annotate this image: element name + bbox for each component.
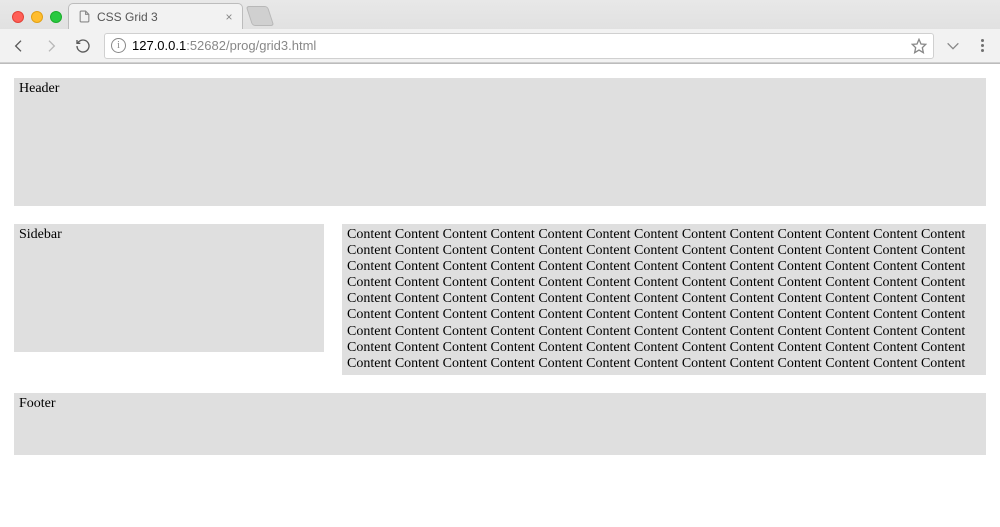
extension-icon[interactable] <box>944 37 962 55</box>
toolbar: i 127.0.0.1:52682/prog/grid3.html <box>0 29 1000 63</box>
page-viewport: Header Sidebar Content Content Content C… <box>0 64 1000 469</box>
close-window-button[interactable] <box>12 11 24 23</box>
site-info-icon[interactable]: i <box>111 38 126 53</box>
sidebar-label: Sidebar <box>19 227 62 242</box>
browser-tab[interactable]: CSS Grid 3 × <box>68 3 243 29</box>
tab-bar: CSS Grid 3 × <box>0 0 1000 29</box>
content-text: Content Content Content Content Content … <box>347 227 965 371</box>
file-icon <box>77 10 91 24</box>
new-tab-button[interactable] <box>246 6 274 26</box>
address-bar[interactable]: i 127.0.0.1:52682/prog/grid3.html <box>104 33 934 59</box>
maximize-window-button[interactable] <box>50 11 62 23</box>
header-label: Header <box>19 81 59 96</box>
tab-title: CSS Grid 3 <box>97 10 218 24</box>
minimize-window-button[interactable] <box>31 11 43 23</box>
forward-button[interactable] <box>40 35 62 57</box>
window-controls <box>8 11 68 29</box>
grid-header: Header <box>14 78 986 206</box>
kebab-menu-button[interactable] <box>972 39 992 52</box>
grid-content: Content Content Content Content Content … <box>342 224 986 375</box>
grid-footer: Footer <box>14 393 986 455</box>
bookmark-star-icon[interactable] <box>911 38 927 54</box>
back-button[interactable] <box>8 35 30 57</box>
browser-chrome: CSS Grid 3 × i 127.0.0.1:52682/prog/grid… <box>0 0 1000 64</box>
footer-label: Footer <box>19 396 56 411</box>
grid-sidebar: Sidebar <box>14 224 324 352</box>
url-text: 127.0.0.1:52682/prog/grid3.html <box>132 38 905 53</box>
reload-button[interactable] <box>72 35 94 57</box>
css-grid-demo: Header Sidebar Content Content Content C… <box>14 78 986 455</box>
close-tab-button[interactable]: × <box>224 12 234 22</box>
